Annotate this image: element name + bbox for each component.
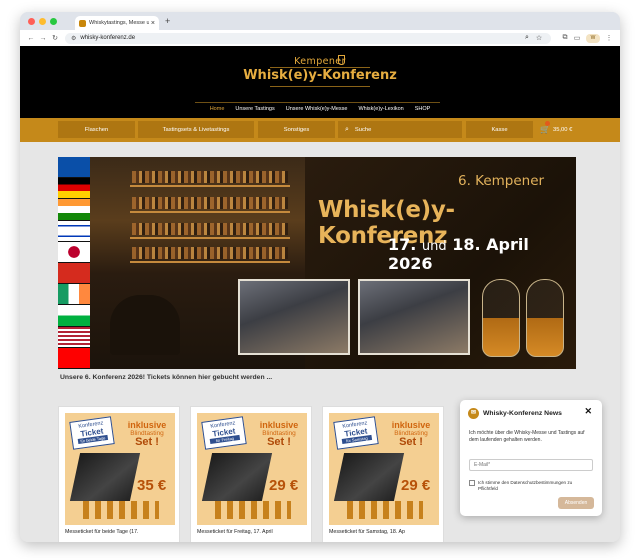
event-photo [358,279,470,355]
web-page: Kempener Whisk(e)y-Konferenz Home Unsere… [20,46,620,542]
banner-date: 17. und 18. April 2026 [388,235,529,273]
product-price: 35 € [137,477,167,494]
favicon-icon [79,19,86,27]
maximize-window-button[interactable] [50,17,57,25]
newsletter-popup: ✉ Whisky-Konferenz News ✕ Ich möchte übe… [460,400,602,516]
switzerland-flag-icon [58,263,90,285]
japan-flag-icon [58,241,90,264]
whisky-glasses-photo [478,277,568,357]
germany-flag-icon [58,178,90,200]
product-price: 29 € [269,477,299,494]
browser-window: Whiskytastings, Messe und ... × + ← → ↻ … [20,12,620,542]
search-placeholder: Suche [354,126,372,133]
tab-title: Whiskytastings, Messe und ... [89,20,149,26]
consent-row: Ich stimme den Datenschutzbestimmungen z… [469,480,597,492]
product-price: 29 € [401,477,431,494]
shop-nav-bar: Flaschen Tastingsets & Livetastings Sons… [20,118,620,142]
shop-nav-tastingsets[interactable]: Tastingsets & Livetastings [138,121,254,138]
nav-messe[interactable]: Unsere Whisk(e)y-Messe [286,106,348,112]
hero-banner[interactable]: 6. Kempener Whisk(e)y-Konferenz 17. und … [58,157,576,369]
reload-icon[interactable]: ↻ [49,34,61,42]
main-nav: Home Unsere Tastings Unsere Whisk(e)y-Me… [20,106,620,112]
site-info-icon[interactable]: ⚙ [71,35,76,42]
product-image: Konferenz Ticket für Freitag inklusive B… [197,413,307,525]
scotland-flag-icon [58,157,90,179]
product-card[interactable]: Konferenz Ticket für Samstag inklusive B… [322,406,444,542]
close-icon[interactable]: ✕ [584,406,592,417]
nav-home[interactable]: Home [210,106,225,112]
new-tab-button[interactable]: + [165,16,170,26]
logo-title[interactable]: Whisk(e)y-Konferenz [20,68,620,83]
product-title[interactable]: Messeticket für beide Tage (17. [65,529,177,535]
mail-icon: ✉ [468,408,479,419]
event-photo [238,279,350,355]
kasse-button[interactable]: Kasse [466,121,533,138]
flags-column [58,157,90,369]
newsletter-title: Whisky-Konferenz News [483,410,562,417]
usa-flag-icon [58,326,90,348]
search-field[interactable]: ⌕ Suche [338,121,462,138]
consent-required: Pflichtfeld [478,486,498,491]
shop-nav-flaschen[interactable]: Flaschen [58,121,135,138]
tab-bar: Whiskytastings, Messe und ... × + [20,12,620,30]
sidebar-icon[interactable]: ▭ [571,34,583,42]
cart-badge [545,121,550,126]
logo-glass-icon [338,55,345,65]
back-icon[interactable]: ← [25,35,37,42]
site-header: Kempener Whisk(e)y-Konferenz Home Unsere… [20,46,620,118]
bookmark-star-icon[interactable]: ☆ [533,34,545,42]
india-flag-icon [58,199,90,221]
ireland-flag-icon [58,284,90,306]
cart-icon: 🛒 [540,125,550,134]
browser-toolbar: ← → ↻ ⚙ whisky-konferenz.de ⌕ ☆ ⧉ ▭ W ⋮ [20,30,620,46]
tab-close-icon[interactable]: × [151,20,155,27]
banner-caption[interactable]: Unsere 6. Konferenz 2026! Tickets können… [60,374,272,381]
product-image: Konferenz Ticket für Samstag inklusive B… [329,413,439,525]
shop-nav-sonstiges[interactable]: Sonstiges [258,121,335,138]
product-title[interactable]: Messeticket für Freitag, 17. April [197,529,309,535]
logo-kempener[interactable]: Kempener [20,56,620,67]
product-card[interactable]: Konferenz Ticket für Freitag inklusive B… [190,406,312,542]
nav-shop[interactable]: SHOP [415,106,431,112]
url-text: whisky-konferenz.de [80,35,136,41]
address-bar[interactable]: ⚙ whisky-konferenz.de ⌕ ☆ [65,32,551,44]
taiwan-flag-icon [58,347,90,369]
zoom-icon[interactable]: ⌕ [521,34,533,42]
email-field[interactable] [469,459,593,471]
close-window-button[interactable] [28,17,35,25]
cart-total: 35,00 € [552,126,573,133]
israel-flag-icon [58,220,90,242]
newsletter-text: Ich möchte über die Whisky-Messe und Tas… [469,430,585,443]
submit-button[interactable]: Absenden [558,497,594,509]
profile-avatar[interactable]: W [586,33,600,43]
cart-button[interactable]: 🛒 35,00 € [540,121,572,138]
product-title[interactable]: Messeticket für Samstag, 18. Ap [329,529,441,535]
banner-subtitle: 6. Kempener [458,173,545,189]
nav-lexikon[interactable]: Whisk(e)y-Lexikon [358,106,403,112]
search-icon: ⌕ [345,125,349,133]
consent-checkbox[interactable] [469,480,475,486]
extensions-icon[interactable]: ⧉ [559,34,571,42]
wales-flag-icon [58,305,90,327]
nav-tastings[interactable]: Unsere Tastings [235,106,274,112]
forward-icon[interactable]: → [37,35,49,42]
browser-tab[interactable]: Whiskytastings, Messe und ... × [75,16,159,30]
product-card[interactable]: Konferenz Ticket für beide Tage inklusiv… [58,406,180,542]
menu-kebab-icon[interactable]: ⋮ [603,34,615,42]
product-image: Konferenz Ticket für beide Tage inklusiv… [65,413,175,525]
consent-text: Ich stimme den Datenschutzbestimmungen z… [478,480,573,485]
minimize-window-button[interactable] [39,17,46,25]
